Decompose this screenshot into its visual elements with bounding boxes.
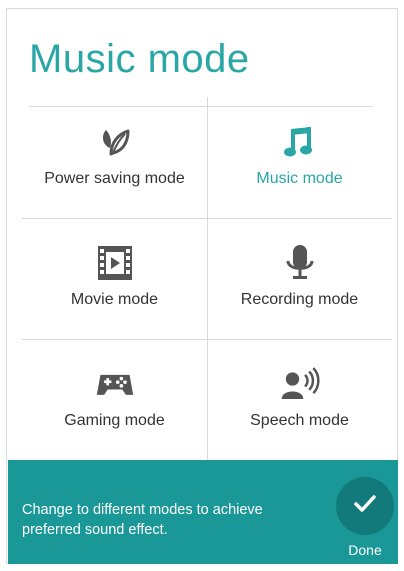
mode-option-recording[interactable]: Recording mode — [207, 218, 392, 339]
gamepad-icon — [95, 364, 135, 404]
done-button[interactable] — [336, 477, 394, 535]
mode-option-gaming[interactable]: Gaming mode — [22, 339, 207, 460]
mode-grid: Power saving mode Music mode Movie mode … — [22, 97, 392, 460]
mode-label-movie: Movie mode — [70, 291, 159, 308]
mode-option-music[interactable]: Music mode — [207, 97, 392, 218]
page-title: Music mode — [29, 37, 250, 81]
mode-option-movie[interactable]: Movie mode — [22, 218, 207, 339]
speaker-person-icon — [280, 364, 320, 404]
footer-message: Change to different modes to achieve pre… — [22, 502, 263, 538]
checkmark-icon — [353, 494, 377, 519]
mode-label-recording: Recording mode — [240, 291, 359, 308]
mode-option-power-saving[interactable]: Power saving mode — [22, 97, 207, 218]
mode-label-speech: Speech mode — [250, 412, 349, 429]
leaf-icon — [95, 122, 135, 162]
mode-label-gaming: Gaming mode — [64, 412, 165, 429]
music-note-icon — [280, 122, 320, 162]
done-label: Done — [348, 542, 382, 558]
footer-bar: Change to different modes to achieve pre… — [8, 460, 398, 564]
mode-label-music: Music mode — [256, 170, 343, 187]
mode-label-power-saving: Power saving mode — [44, 170, 185, 187]
microphone-icon — [280, 243, 320, 283]
mode-option-speech[interactable]: Speech mode — [207, 339, 392, 460]
film-icon — [95, 243, 135, 283]
